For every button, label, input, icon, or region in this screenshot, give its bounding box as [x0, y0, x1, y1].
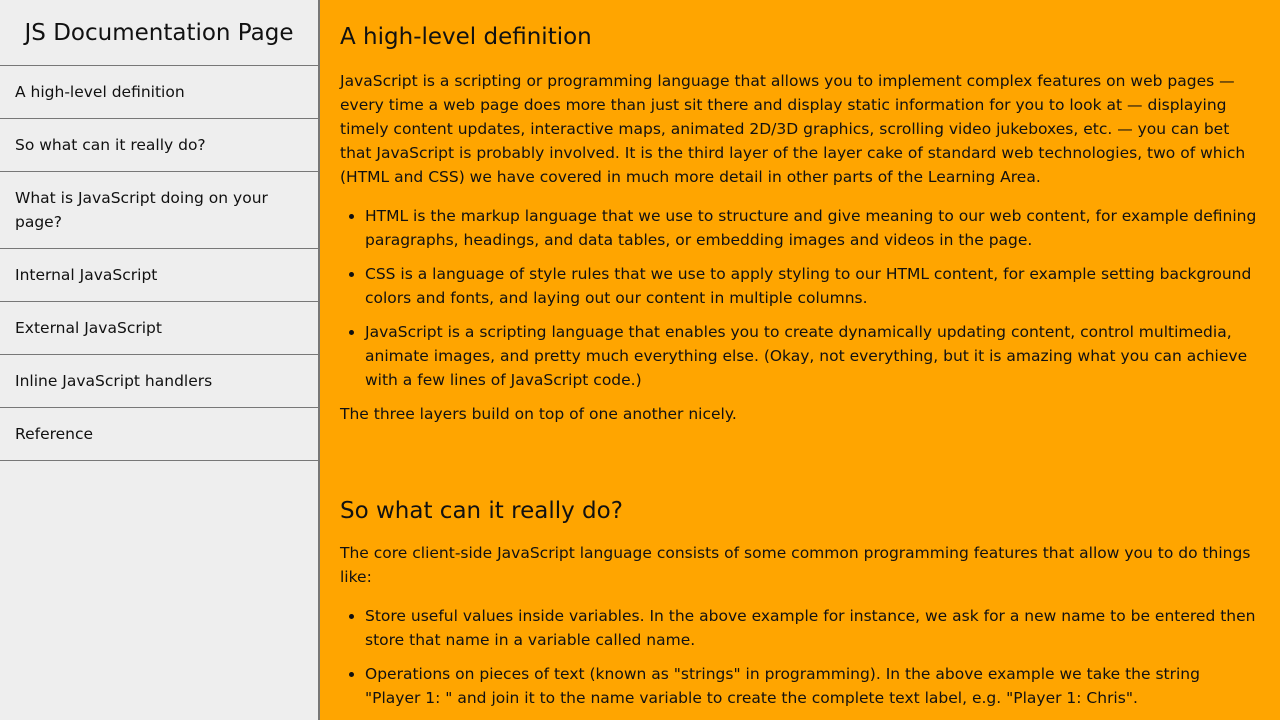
list-item: HTML is the markup language that we use … [365, 204, 1260, 252]
list-item: Operations on pieces of text (known as "… [365, 662, 1260, 710]
section-paragraph: The three layers build on top of one ano… [340, 405, 737, 423]
section-paragraph: JavaScript is a scripting or programming… [340, 72, 1246, 186]
nav-list: A high-level definition So what can it r… [0, 66, 318, 461]
section-what-can-it-do: So what can it really do? The core clien… [340, 426, 1260, 710]
nav-link-external-javascript[interactable]: External JavaScript [0, 302, 318, 354]
nav-item: External JavaScript [0, 302, 318, 355]
section-list: Store useful values inside variables. In… [340, 604, 1260, 710]
nav-link-high-level-definition[interactable]: A high-level definition [0, 66, 318, 118]
list-item: Store useful values inside variables. In… [365, 604, 1260, 652]
main-doc[interactable]: A high-level definition JavaScript is a … [320, 0, 1280, 720]
nav-item: Internal JavaScript [0, 249, 318, 302]
section-paragraph: The core client-side JavaScript language… [340, 544, 1251, 586]
nav-item: Reference [0, 408, 318, 461]
nav-item: What is JavaScript doing on your page? [0, 172, 318, 249]
navbar: JS Documentation Page A high-level defin… [0, 0, 320, 720]
nav-link-js-on-your-page[interactable]: What is JavaScript doing on your page? [0, 172, 318, 248]
section-title: A high-level definition [340, 24, 592, 50]
nav-link-inline-handlers[interactable]: Inline JavaScript handlers [0, 355, 318, 407]
list-item: JavaScript is a scripting language that … [365, 320, 1260, 392]
navbar-title: JS Documentation Page [0, 0, 318, 66]
nav-item: So what can it really do? [0, 119, 318, 172]
nav-item: Inline JavaScript handlers [0, 355, 318, 408]
nav-link-what-can-it-do[interactable]: So what can it really do? [0, 119, 318, 171]
section-title: So what can it really do? [340, 498, 623, 524]
list-item: CSS is a language of style rules that we… [365, 262, 1260, 310]
nav-link-reference[interactable]: Reference [0, 408, 318, 460]
section-list: HTML is the markup language that we use … [340, 204, 1260, 392]
nav-link-internal-javascript[interactable]: Internal JavaScript [0, 249, 318, 301]
section-high-level-definition: A high-level definition JavaScript is a … [340, 0, 1260, 426]
nav-item: A high-level definition [0, 66, 318, 119]
